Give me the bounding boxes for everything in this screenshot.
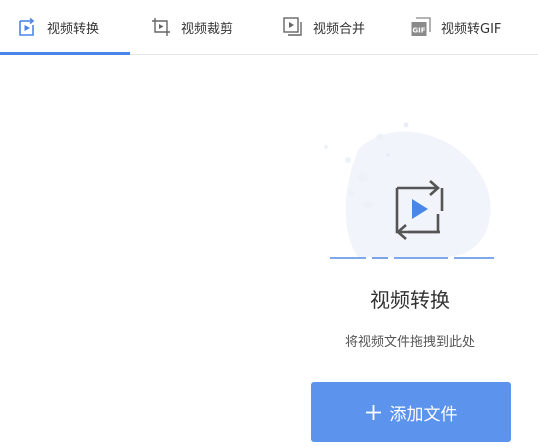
tab-bar: 视频转换 视频裁剪 视频合并 GIF 视频转GIF	[0, 0, 538, 55]
video-crop-icon	[152, 18, 170, 36]
gif-badge-text: GIF	[412, 27, 425, 35]
tab-label: 视频裁剪	[181, 21, 234, 37]
drop-zone-hint: 将视频文件拖拽到此处	[344, 335, 475, 350]
add-file-button[interactable]: 添加文件	[311, 382, 511, 442]
tab-label: 视频合并	[313, 21, 366, 37]
tab-video-merge[interactable]: 视频合并	[282, 0, 365, 54]
tab-label: 视频转GIF	[441, 21, 502, 37]
add-file-button-label: 添加文件	[389, 404, 458, 425]
drop-illustration	[324, 122, 494, 259]
active-tab-indicator	[0, 52, 130, 55]
video-convert-icon	[19, 17, 35, 36]
drop-zone-title: 视频转换	[370, 288, 450, 312]
tab-video-crop[interactable]: 视频裁剪	[150, 0, 233, 54]
tab-video-to-gif[interactable]: GIF 视频转GIF	[410, 0, 501, 54]
background-blob	[345, 131, 491, 257]
plus-icon	[365, 404, 381, 420]
app-window: 视频转换 视频裁剪 视频合并 GIF 视频转GIF 视频转换 将视频文件拖拽到此…	[0, 0, 538, 448]
tab-label: 视频转换	[47, 21, 100, 37]
tab-video-convert[interactable]: 视频转换	[16, 0, 99, 54]
video-gif-icon: GIF	[411, 17, 431, 36]
video-merge-icon	[283, 17, 302, 36]
